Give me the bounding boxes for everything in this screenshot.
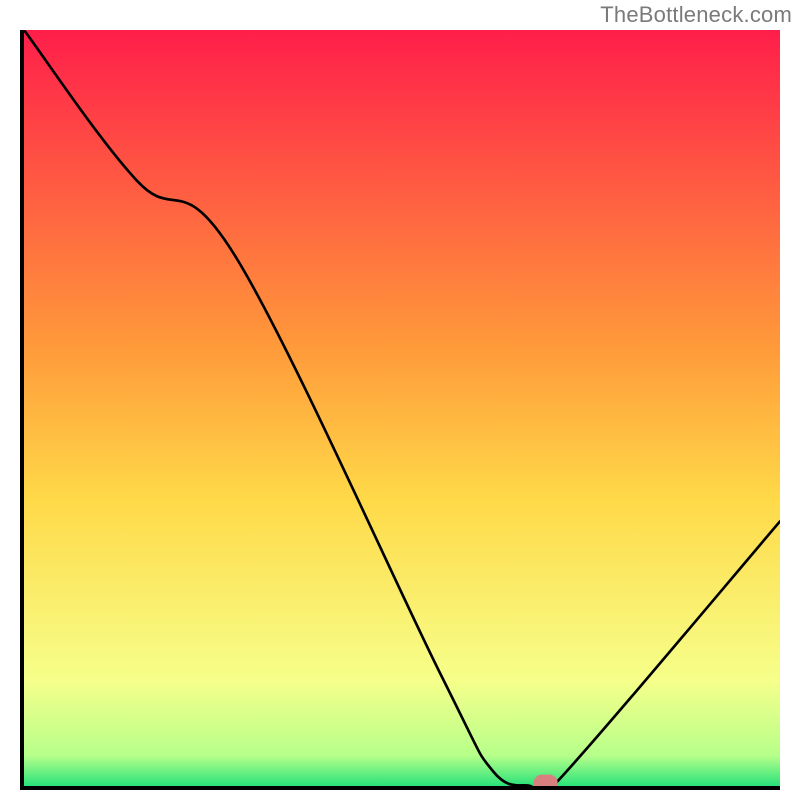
- chart-stage: TheBottleneck.com: [0, 0, 800, 800]
- curve-layer: [24, 30, 780, 786]
- plot-area: [20, 30, 780, 790]
- watermark-text: TheBottleneck.com: [600, 2, 792, 28]
- optimal-marker: [534, 775, 558, 786]
- bottleneck-curve: [24, 30, 780, 786]
